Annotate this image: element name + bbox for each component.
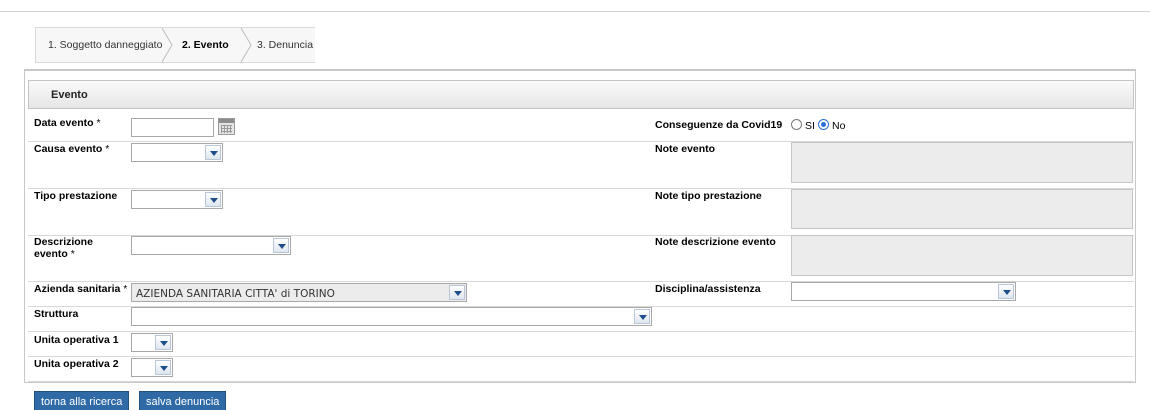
chevron-down-icon <box>155 335 171 350</box>
data-evento-input[interactable] <box>131 118 214 137</box>
row-divider <box>28 331 1134 332</box>
wizard-step-denuncia[interactable]: 3. Denuncia <box>257 28 313 62</box>
wizard-step-soggetto[interactable]: 1. Soggetto danneggiato <box>48 28 162 62</box>
struttura-label: Struttura <box>34 308 79 320</box>
note-descrizione-evento-textarea[interactable] <box>791 235 1133 276</box>
chevron-down-icon <box>205 145 221 160</box>
top-divider <box>0 11 1150 12</box>
salva-denuncia-button[interactable]: salva denuncia <box>139 391 227 410</box>
torna-alla-ricerca-button[interactable]: torna alla ricerca <box>34 391 130 410</box>
chevron-down-icon <box>449 285 465 300</box>
disciplina-assistenza-select[interactable] <box>791 282 1016 301</box>
azienda-sanitaria-label: Azienda sanitaria * <box>34 283 128 295</box>
note-evento-label: Note evento <box>655 143 716 155</box>
row-divider <box>28 356 1134 357</box>
note-evento-textarea[interactable] <box>791 142 1133 183</box>
unita-operativa-1-select[interactable] <box>131 333 173 352</box>
step-separator-icon <box>161 28 173 62</box>
section-header: Evento <box>28 80 1134 109</box>
chevron-down-icon <box>634 309 650 324</box>
descrizione-evento-label: Descrizione evento * <box>34 236 93 260</box>
calendar-icon[interactable] <box>218 118 235 135</box>
chevron-down-icon <box>205 192 221 207</box>
tipo-prestazione-label: Tipo prestazione <box>34 190 118 202</box>
covid-no-radio[interactable] <box>818 119 829 130</box>
unita-operativa-2-select[interactable] <box>131 358 173 377</box>
note-tipo-prestazione-textarea[interactable] <box>791 189 1133 229</box>
section-title: Evento <box>51 89 88 101</box>
unita-operativa-2-label: Unita operativa 2 <box>34 358 119 370</box>
chevron-down-icon <box>998 284 1014 299</box>
note-tipo-prestazione-label: Note tipo prestazione <box>655 190 762 202</box>
struttura-select[interactable] <box>131 307 652 326</box>
row-divider <box>28 381 1134 382</box>
covid-label: Conseguenze da Covid19 <box>655 119 783 131</box>
covid-si-label: SI <box>805 120 815 132</box>
step-separator-icon <box>240 28 252 62</box>
wizard-step-evento[interactable]: 2. Evento <box>182 28 229 62</box>
descrizione-evento-select[interactable] <box>131 236 291 255</box>
note-descrizione-evento-label: Note descrizione evento <box>655 236 776 248</box>
chevron-down-icon <box>273 238 289 253</box>
wizard-steps: 1. Soggetto danneggiato 2. Evento 3. Den… <box>35 27 315 63</box>
disciplina-assistenza-label: Disciplina/assistenza <box>655 283 761 295</box>
chevron-down-icon <box>155 360 171 375</box>
causa-evento-label: Causa evento * <box>34 143 110 155</box>
covid-si-radio[interactable] <box>791 119 802 130</box>
data-evento-label: Data evento * <box>34 117 101 129</box>
unita-operativa-1-label: Unita operativa 1 <box>34 334 119 346</box>
tipo-prestazione-select[interactable] <box>131 190 223 209</box>
causa-evento-select[interactable] <box>131 143 223 162</box>
azienda-sanitaria-select[interactable]: AZIENDA SANITARIA CITTA' di TORINO <box>131 283 467 302</box>
covid-no-label: No <box>832 120 846 132</box>
